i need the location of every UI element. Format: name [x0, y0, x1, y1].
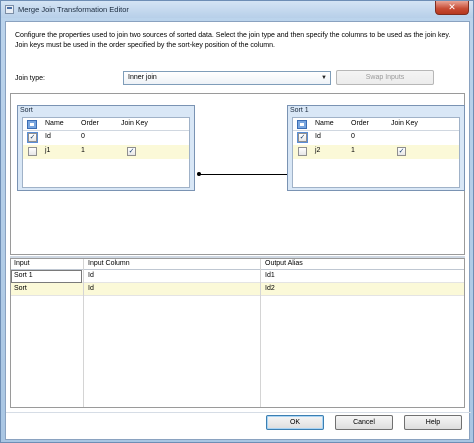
app-icon [5, 5, 14, 14]
left-row-1[interactable]: ✓ Id 0 [23, 131, 189, 145]
output-columns-grid: Input Input Column Output Alias Sort 1 I… [10, 258, 465, 408]
right-row-1-select-checkbox[interactable]: ✓ [297, 132, 308, 143]
join-link-line[interactable] [200, 174, 293, 175]
right-header-name: Name [315, 120, 334, 127]
right-grid-header: Name Order Join Key [293, 118, 459, 131]
left-header-order: Order [81, 120, 99, 127]
column-divider[interactable] [260, 259, 261, 407]
footer-divider [6, 412, 471, 413]
output-row-2[interactable]: Sort Id Id2 [11, 283, 464, 296]
left-row-1-order: 0 [81, 133, 85, 140]
left-row-2-select-checkbox[interactable] [28, 147, 37, 156]
output-row-2-alias[interactable]: Id2 [265, 285, 275, 292]
output-row-1-input: Sort 1 [14, 272, 33, 279]
chevron-down-icon[interactable]: ▼ [319, 73, 329, 83]
left-row-2-order: 1 [81, 147, 85, 154]
right-row-2-order: 1 [351, 147, 355, 154]
output-grid-header: Input Input Column Output Alias [11, 259, 464, 270]
join-type-combo[interactable]: Inner join ▼ [123, 71, 331, 85]
output-row-2-column: Id [88, 285, 94, 292]
output-row-1-alias[interactable]: Id1 [265, 272, 275, 279]
swap-inputs-button[interactable]: Swap Inputs [336, 70, 434, 85]
select-all-icon[interactable] [27, 120, 37, 129]
output-row-2-input: Sort [14, 285, 27, 292]
title-bar[interactable]: Merge Join Transformation Editor ✕ [1, 1, 473, 18]
right-row-2[interactable]: j2 1 ✓ [293, 145, 459, 159]
left-column-grid: Name Order Join Key ✓ Id 0 j1 1 ✓ [22, 117, 190, 188]
left-row-2[interactable]: j1 1 ✓ [23, 145, 189, 159]
join-type-value: Inner join [128, 74, 157, 81]
column-divider[interactable] [83, 259, 84, 407]
right-header-order: Order [351, 120, 369, 127]
output-header-output-alias: Output Alias [265, 260, 303, 267]
right-row-1-name: Id [315, 133, 321, 140]
right-row-2-name: j2 [315, 147, 321, 154]
ok-button[interactable]: OK [266, 415, 324, 430]
right-row-1[interactable]: ✓ Id 0 [293, 131, 459, 145]
help-button[interactable]: Help [404, 415, 462, 430]
join-type-label: Join type: [15, 75, 45, 82]
right-row-1-order: 0 [351, 133, 355, 140]
window-title: Merge Join Transformation Editor [18, 5, 129, 14]
left-row-2-join-key-checkbox[interactable]: ✓ [127, 147, 136, 156]
right-header-join-key: Join Key [391, 120, 418, 127]
dialog-client-area: Configure the properties used to join tw… [5, 21, 471, 440]
join-design-surface: Sort Name Order Join Key ✓ Id 0 j1 1 ✓ S… [10, 93, 465, 255]
dialog-window: Merge Join Transformation Editor ✕ Confi… [0, 0, 474, 443]
left-grid-header: Name Order Join Key [23, 118, 189, 131]
output-row-1-column: Id [88, 272, 94, 279]
output-header-input-column: Input Column [88, 260, 130, 267]
right-row-2-select-checkbox[interactable] [298, 147, 307, 156]
left-row-2-name: j1 [45, 147, 51, 154]
close-button[interactable]: ✕ [435, 1, 469, 15]
cancel-button[interactable]: Cancel [335, 415, 393, 430]
right-table-title: Sort 1 [290, 107, 309, 114]
left-header-name: Name [45, 120, 64, 127]
select-all-icon[interactable] [297, 120, 307, 129]
right-input-table[interactable]: Sort 1 Name Order Join Key ✓ Id 0 j2 1 ✓ [287, 105, 465, 191]
left-row-1-name: Id [45, 133, 51, 140]
left-header-join-key: Join Key [121, 120, 148, 127]
right-row-2-join-key-checkbox[interactable]: ✓ [397, 147, 406, 156]
description-text: Configure the properties used to join tw… [15, 32, 451, 49]
right-column-grid: Name Order Join Key ✓ Id 0 j2 1 ✓ [292, 117, 460, 188]
left-row-1-select-checkbox[interactable]: ✓ [27, 132, 38, 143]
output-row-1[interactable]: Sort 1 Id Id1 [11, 270, 464, 283]
output-header-input: Input [14, 260, 30, 267]
left-table-title: Sort [20, 107, 33, 114]
left-input-table[interactable]: Sort Name Order Join Key ✓ Id 0 j1 1 ✓ [17, 105, 195, 191]
